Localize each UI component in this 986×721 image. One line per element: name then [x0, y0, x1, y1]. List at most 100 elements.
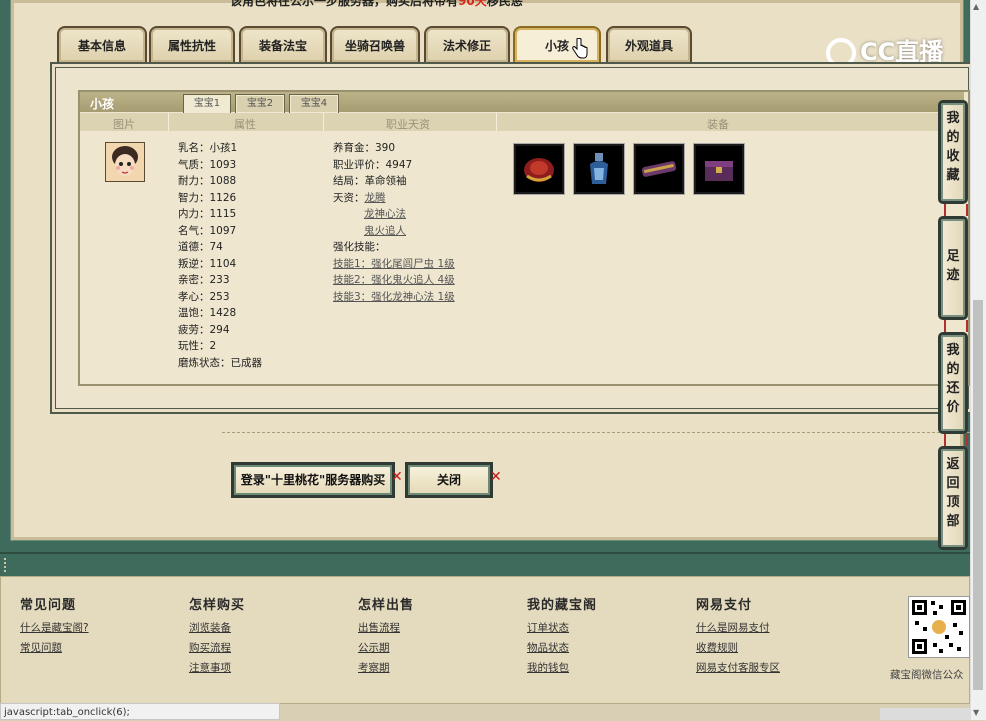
side-my-bargains-button[interactable]: 我的还价 [938, 332, 968, 434]
child-portrait [105, 142, 145, 182]
talent-link[interactable]: 龙神心法 [364, 208, 406, 220]
subtab-baby-4[interactable]: 宝宝4 [289, 94, 339, 114]
tab-spell-correction[interactable]: 法术修正 [424, 26, 510, 62]
column-header-row [80, 113, 964, 131]
side-back-to-top-button[interactable]: 返回顶部 [938, 446, 968, 550]
button-ornament-icon: ✕ [490, 469, 502, 485]
horizontal-scrollbar[interactable] [880, 708, 970, 720]
attr-row: 名气：1097 [178, 224, 237, 237]
attr-row: 磨炼状态：已成器 [178, 356, 262, 369]
subtab-baby-1[interactable]: 宝宝1 [183, 94, 231, 114]
subtab-baby-2[interactable]: 宝宝2 [235, 94, 285, 114]
buy-button-label: 登录"十里桃花"服务器购买 [240, 473, 386, 487]
side-history-button[interactable]: 足迹 [938, 216, 968, 320]
footer-link[interactable]: 公示期 [358, 640, 390, 655]
scroll-weapon-icon [641, 161, 677, 177]
equipment-slot[interactable] [694, 144, 744, 194]
talent-link[interactable]: 龙腾 [365, 192, 386, 204]
attr-row: 气质：1093 [178, 158, 237, 171]
attr-row: 叛逆：1104 [178, 257, 237, 270]
column-divider [323, 113, 324, 131]
tab-attributes[interactable]: 属性抗性 [149, 26, 235, 62]
browser-status-bar: javascript:tab_onclick(6); [0, 703, 280, 720]
close-button[interactable]: 关闭 [405, 462, 493, 498]
footer-link[interactable]: 出售流程 [358, 620, 400, 635]
child-face-icon [106, 143, 144, 181]
tab-mounts-pets[interactable]: 坐骑召唤兽 [330, 26, 420, 62]
ending-row: 结局：革命领袖 [333, 175, 407, 187]
footer-link[interactable]: 我的钱包 [527, 660, 569, 675]
footer-divider-bar [0, 552, 970, 576]
footer-link[interactable]: 什么是网易支付 [696, 620, 770, 635]
equipment-slot[interactable] [634, 144, 684, 194]
side-button-label: 我的还价 [946, 343, 960, 415]
footer-link[interactable]: 常见问题 [20, 640, 62, 655]
divider-dashed [222, 432, 970, 433]
footer-link[interactable]: 浏览装备 [189, 620, 231, 635]
transfer-notice: 该角色将在公示一步服务器，购买后将带有90天移民惩 [230, 0, 523, 9]
equipment-slot[interactable] [514, 144, 564, 194]
column-divider [496, 113, 497, 131]
column-divider [168, 113, 169, 131]
attr-row: 孝心：253 [178, 290, 230, 303]
attr-row: 乳名：小孩1 [178, 142, 238, 154]
notice-suffix: 移民惩 [486, 0, 523, 8]
attr-row: 玩性：2 [178, 340, 217, 352]
side-button-label: 我的收藏 [946, 111, 960, 183]
career-info: 养育金：390 职业评价：4947 结局：革命领袖 天资：龙腾 龙神心法 鬼火追… [333, 140, 455, 305]
footer-link[interactable]: 考察期 [358, 660, 390, 675]
attr-row: 内力：1115 [178, 208, 237, 220]
notice-highlight: 90天 [458, 0, 487, 8]
footer-link[interactable]: 物品状态 [527, 640, 569, 655]
hand-cursor-icon [572, 38, 588, 59]
tab-basic-info[interactable]: 基本信息 [57, 26, 147, 62]
footer-link[interactable]: 什么是藏宝阁? [20, 620, 89, 635]
scrollbar-thumb[interactable] [973, 300, 983, 690]
scroll-up-arrow-icon[interactable]: ▲ [973, 2, 979, 11]
footer-heading-my-treasury: 我的藏宝阁 [527, 598, 598, 613]
side-button-label: 返回顶部 [946, 457, 960, 529]
side-my-favorites-button[interactable]: 我的收藏 [938, 100, 968, 204]
child-section-title: 小孩 [90, 97, 115, 111]
column-header-attributes: 属性 [234, 118, 256, 131]
footer-link[interactable]: 订单状态 [527, 620, 569, 635]
red-armor-icon [524, 158, 554, 182]
column-header-career: 职业天资 [386, 118, 430, 131]
skill-link[interactable]: 技能2：强化鬼火追人 4级 [333, 274, 455, 286]
footer-heading-how-to-sell: 怎样出售 [358, 598, 415, 613]
scroll-down-arrow-icon[interactable]: ▼ [973, 708, 979, 717]
side-connector [944, 434, 968, 446]
chest-icon [705, 161, 733, 181]
skill-link[interactable]: 技能1：强化尾闾尸虫 1级 [333, 258, 455, 270]
side-connector [944, 204, 968, 216]
tab-appearance-items[interactable]: 外观道具 [606, 26, 692, 62]
tab-equipment[interactable]: 装备法宝 [239, 26, 327, 62]
side-connector [944, 320, 968, 332]
attr-row: 耐力：1088 [178, 175, 237, 187]
talent-link[interactable]: 鬼火追人 [364, 225, 406, 237]
skill-link[interactable]: 技能3：强化龙神心法 1级 [333, 291, 455, 303]
footer-link[interactable]: 购买流程 [189, 640, 231, 655]
attr-row: 温饱：1428 [178, 307, 237, 319]
site-footer [0, 576, 970, 704]
footer-heading-how-to-buy: 怎样购买 [189, 598, 246, 613]
attr-row: 亲密：233 [178, 274, 230, 286]
attr-row: 道德：74 [178, 241, 223, 253]
blue-bottle-icon [590, 153, 608, 184]
footer-link[interactable]: 收费规则 [696, 640, 738, 655]
side-button-label: 足迹 [946, 249, 960, 283]
qr-code-icon [908, 596, 970, 658]
column-header-picture: 图片 [113, 118, 135, 131]
attr-row: 疲劳：294 [178, 323, 230, 336]
evaluation-row: 职业评价：4947 [333, 158, 413, 171]
attribute-list: 乳名：小孩1 气质：1093 耐力：1088 智力：1126 内力：1115 名… [178, 140, 262, 371]
footer-link[interactable]: 注意事项 [189, 660, 231, 675]
footer-link[interactable]: 网易支付客服专区 [696, 660, 780, 675]
talent-row: 鬼火追人 [333, 223, 455, 240]
notice-text: 该角色将在公示一步服务器，购买后将带有 [230, 0, 459, 8]
attr-row: 智力：1126 [178, 191, 237, 204]
skills-label: 强化技能： [333, 241, 386, 253]
buy-on-server-button[interactable]: 登录"十里桃花"服务器购买 [231, 462, 395, 498]
button-ornament-icon: ✕ [391, 469, 403, 485]
equipment-slot[interactable] [574, 144, 624, 194]
